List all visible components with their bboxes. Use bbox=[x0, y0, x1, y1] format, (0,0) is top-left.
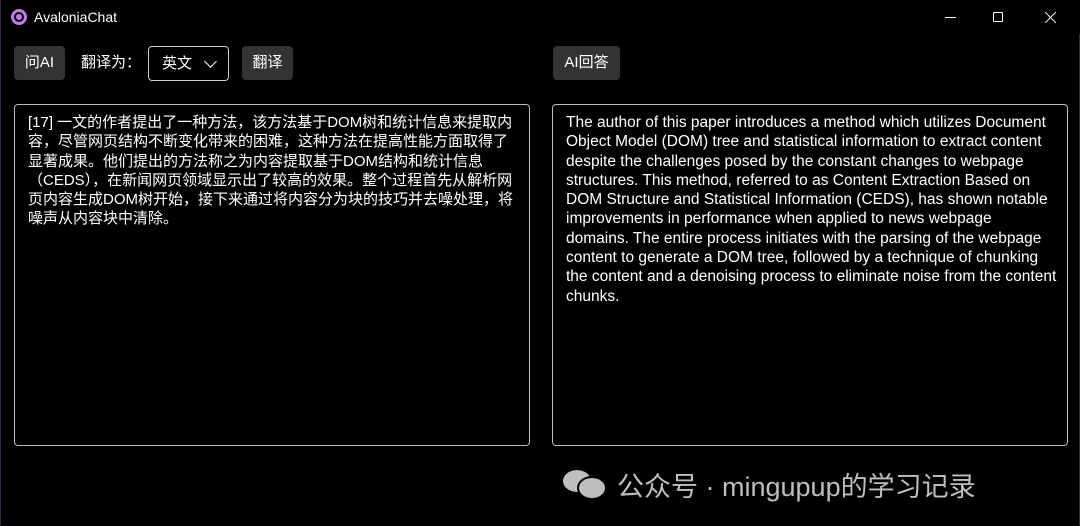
chevron-down-icon bbox=[204, 55, 217, 68]
ask-ai-button[interactable]: 问AI bbox=[14, 46, 65, 80]
title-bar[interactable]: AvaloniaChat bbox=[1, 0, 1080, 34]
watermark-text: 公众号 · mingupup的学习记录 bbox=[617, 471, 976, 502]
minimize-button[interactable] bbox=[927, 0, 973, 34]
maximize-button[interactable] bbox=[975, 0, 1021, 34]
source-text: [17] 一文的作者提出了一种方法，该方法基于DOM树和统计信息来提取内容，尽管… bbox=[28, 114, 513, 228]
translate-to-label: 翻译为： bbox=[81, 54, 142, 71]
source-text-box[interactable]: [17] 一文的作者提出了一种方法，该方法基于DOM树和统计信息来提取内容，尽管… bbox=[14, 104, 530, 446]
translate-button[interactable]: 翻译 bbox=[242, 46, 293, 80]
app-window: AvaloniaChat 问AI 翻译为： 英文 翻译 AI回答 [17] 一文… bbox=[0, 0, 1080, 526]
minimize-icon bbox=[944, 16, 956, 18]
window-title: AvaloniaChat bbox=[34, 9, 118, 25]
watermark: 公众号 · mingupup的学习记录 bbox=[563, 466, 976, 502]
maximize-icon bbox=[993, 12, 1003, 22]
close-button[interactable] bbox=[1027, 0, 1073, 34]
close-icon bbox=[1044, 11, 1057, 24]
translation-text-box[interactable]: The author of this paper introduces a me… bbox=[552, 104, 1068, 446]
ai-answer-button[interactable]: AI回答 bbox=[553, 46, 620, 80]
wechat-icon bbox=[563, 468, 607, 500]
app-logo-icon bbox=[11, 9, 27, 25]
language-select[interactable]: 英文 bbox=[148, 46, 229, 81]
translation-text: The author of this paper introduces a me… bbox=[566, 114, 1057, 305]
language-select-value: 英文 bbox=[162, 55, 193, 72]
